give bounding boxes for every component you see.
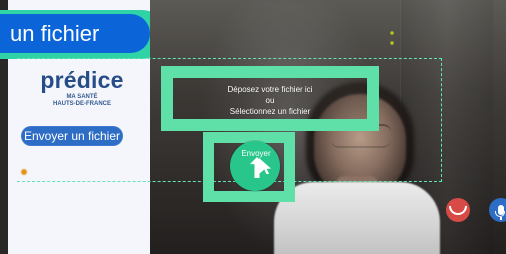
file-label-tab: un fichier [0,10,166,59]
drop-instruction-line-2: ou [265,96,275,105]
send-file-button[interactable]: Envoyer un fichier [21,126,123,146]
info-note [21,168,137,175]
app-screen: prédice MA SANTÉ HAUTS-DE-FRANCE Envoyer… [0,0,506,254]
brand-name: prédice [40,67,124,93]
brand-tagline: MA SANTÉ HAUTS-DE-FRANCE [34,94,130,108]
brand-logo: prédice MA SANTÉ HAUTS-DE-FRANCE [34,69,130,108]
brand-tagline-line-2: HAUTS-DE-FRANCE [53,101,111,107]
info-row [21,168,137,175]
upload-button-label: Envoyer [241,149,271,158]
microphone-button[interactable] [489,198,506,222]
microphone-icon [495,205,505,220]
doctor-body [274,182,440,254]
brand-tagline-line-1: MA SANTÉ [66,94,98,100]
file-label-text: un fichier [0,14,150,53]
status-dots [390,31,394,51]
drop-instruction-line-3[interactable]: Sélectionnez un fichier [170,106,370,117]
hangup-icon [449,206,467,215]
drop-instructions: Déposez votre fichier ici ou Sélectionne… [170,84,370,117]
hangup-button[interactable] [446,198,470,222]
info-icon [21,169,27,175]
drop-instruction-line-1: Déposez votre fichier ici [227,85,313,94]
